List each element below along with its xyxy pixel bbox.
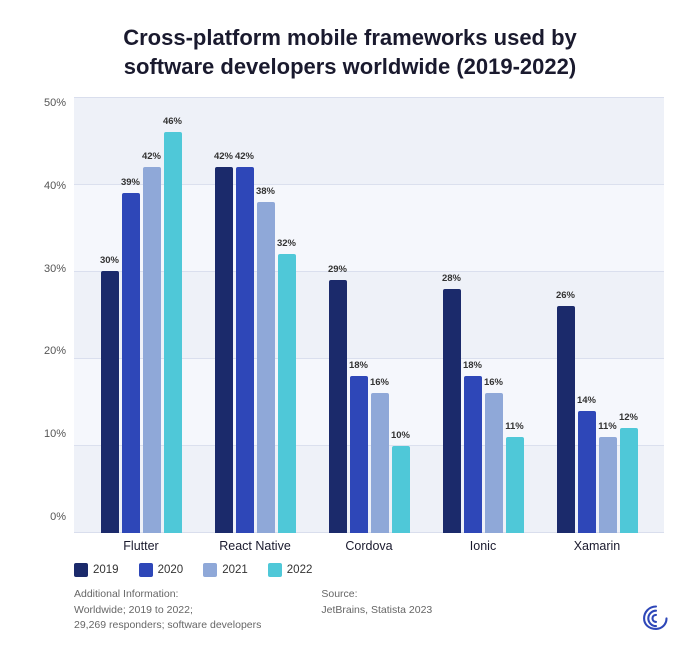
bar-value-label: 11% <box>505 421 524 432</box>
x-axis: FlutterReact NativeCordovaIonicXamarin <box>74 533 664 553</box>
footer-right: Source:JetBrains, Statista 2023 <box>321 587 432 634</box>
bar-group-flutter: 30%39%42%46% <box>84 97 198 533</box>
bar-2022: 32% <box>278 254 296 533</box>
bar-value-label: 38% <box>256 186 275 197</box>
bar-2020: 18% <box>350 376 368 533</box>
chart-area: 50%40%30%20%10%0% 30%39%42%46%42%42%38%3… <box>36 97 664 553</box>
legend-color-2020 <box>139 563 153 577</box>
bar-group-ionic: 28%18%16%11% <box>426 97 540 533</box>
bar-group-cordova: 29%18%16%10% <box>312 97 426 533</box>
bar-value-label: 42% <box>142 151 161 162</box>
bar-2021: 16% <box>485 393 503 532</box>
bar-value-label: 46% <box>163 116 182 127</box>
y-axis-label: 30% <box>44 263 66 275</box>
legend-item-2021: 2021 <box>203 563 248 577</box>
legend-item-2020: 2020 <box>139 563 184 577</box>
legend-item-2019: 2019 <box>74 563 119 577</box>
bar-2019: 26% <box>557 306 575 532</box>
y-axis-label: 50% <box>44 97 66 109</box>
bar-group-xamarin: 26%14%11%12% <box>540 97 654 533</box>
bar-2021: 38% <box>257 202 275 533</box>
x-axis-label: React Native <box>198 533 312 553</box>
bar-value-label: 39% <box>121 177 140 188</box>
bar-2019: 28% <box>443 289 461 533</box>
footer-left: Additional Information:Worldwide; 2019 t… <box>74 587 261 634</box>
legend-label-2019: 2019 <box>93 564 119 576</box>
watermark <box>642 603 670 636</box>
bar-value-label: 26% <box>556 290 575 301</box>
legend-color-2021 <box>203 563 217 577</box>
legend: 2019 2020 2021 2022 <box>74 563 664 577</box>
x-axis-label: Cordova <box>312 533 426 553</box>
bar-value-label: 11% <box>598 421 617 432</box>
bar-2021: 11% <box>599 437 617 533</box>
bar-value-label: 14% <box>577 395 596 406</box>
legend-item-2022: 2022 <box>268 563 313 577</box>
bar-2020: 14% <box>578 411 596 533</box>
bar-value-label: 42% <box>214 151 233 162</box>
bar-2020: 42% <box>236 167 254 533</box>
bar-2022: 10% <box>392 446 410 533</box>
bar-value-label: 10% <box>391 430 410 441</box>
chart-container: Cross-platform mobile frameworks used by… <box>0 0 700 654</box>
y-axis-label: 10% <box>44 428 66 440</box>
x-axis-label: Ionic <box>426 533 540 553</box>
chart-main: 30%39%42%46%42%42%38%32%29%18%16%10%28%1… <box>74 97 664 553</box>
y-axis-label: 40% <box>44 180 66 192</box>
bar-value-label: 12% <box>619 412 638 423</box>
footer: Additional Information:Worldwide; 2019 t… <box>74 587 664 634</box>
bar-2022: 11% <box>506 437 524 533</box>
groups-row: 30%39%42%46%42%42%38%32%29%18%16%10%28%1… <box>74 97 664 533</box>
x-axis-label: Flutter <box>84 533 198 553</box>
bar-2020: 18% <box>464 376 482 533</box>
y-axis: 50% 40% 30% 20% 10% 0% <box>36 97 74 553</box>
bar-value-label: 18% <box>349 360 368 371</box>
legend-label-2020: 2020 <box>158 564 184 576</box>
bar-2019: 30% <box>101 271 119 532</box>
chart-title: Cross-platform mobile frameworks used by… <box>36 24 664 81</box>
legend-color-2022 <box>268 563 282 577</box>
bar-value-label: 16% <box>370 377 389 388</box>
bar-value-label: 32% <box>277 238 296 249</box>
bar-value-label: 42% <box>235 151 254 162</box>
legend-label-2021: 2021 <box>222 564 248 576</box>
bar-2020: 39% <box>122 193 140 533</box>
bar-value-label: 29% <box>328 264 347 275</box>
bar-value-label: 18% <box>463 360 482 371</box>
legend-label-2022: 2022 <box>287 564 313 576</box>
bar-2021: 16% <box>371 393 389 532</box>
bar-2019: 42% <box>215 167 233 533</box>
x-axis-label: Xamarin <box>540 533 654 553</box>
bar-2021: 42% <box>143 167 161 533</box>
bar-2022: 46% <box>164 132 182 533</box>
bar-2022: 12% <box>620 428 638 533</box>
bar-group-react-native: 42%42%38%32% <box>198 97 312 533</box>
bar-value-label: 16% <box>484 377 503 388</box>
bar-value-label: 30% <box>100 255 119 266</box>
bar-2019: 29% <box>329 280 347 533</box>
y-axis-label: 0% <box>50 511 66 523</box>
bars-container: 30%39%42%46%42%42%38%32%29%18%16%10%28%1… <box>74 97 664 533</box>
y-axis-label: 20% <box>44 345 66 357</box>
legend-color-2019 <box>74 563 88 577</box>
bar-value-label: 28% <box>442 273 461 284</box>
